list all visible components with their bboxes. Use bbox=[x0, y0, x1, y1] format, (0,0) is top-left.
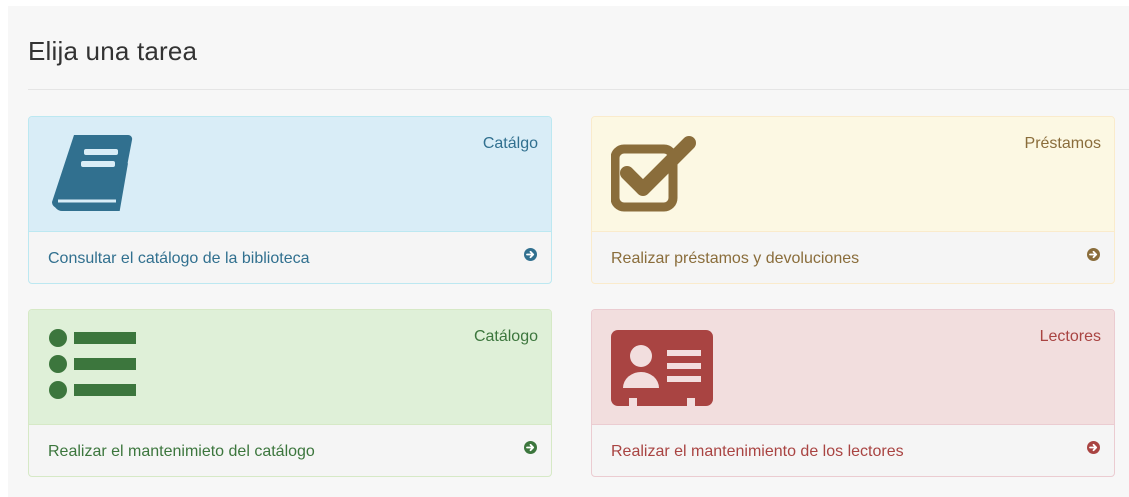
panel-footer[interactable]: Realizar préstamos y devoluciones bbox=[592, 232, 1114, 283]
page-container: Elija una tarea Catálgo Consultar el cat… bbox=[8, 6, 1129, 497]
check-square-icon bbox=[610, 133, 697, 218]
panel-footer[interactable]: Consultar el catálogo de la biblioteca bbox=[29, 232, 551, 283]
panel-label: Préstamos bbox=[1024, 135, 1101, 152]
panel-readers: Lectores Realizar el mantenimiento de lo… bbox=[591, 309, 1115, 477]
id-card-icon bbox=[611, 326, 715, 411]
panel-footer[interactable]: Realizar el mantenimieto del catálogo bbox=[29, 425, 551, 476]
catalog-query-link[interactable]: Consultar el catálogo de la biblioteca bbox=[48, 250, 310, 268]
panel-catalog-query: Catálgo Consultar el catálogo de la bibl… bbox=[28, 116, 552, 284]
arrow-circle-right-icon[interactable] bbox=[1087, 248, 1100, 261]
panel-footer[interactable]: Realizar el mantenimiento de los lectore… bbox=[592, 425, 1114, 476]
page-title: Elija una tarea bbox=[28, 36, 198, 66]
arrow-circle-right-icon[interactable] bbox=[524, 441, 537, 454]
arrow-circle-right-icon[interactable] bbox=[524, 248, 537, 261]
panel-label: Catálogo bbox=[473, 328, 538, 345]
panel-heading: Préstamos bbox=[592, 117, 1114, 232]
panel-catalog-maint: Catálogo Realizar el mantenimieto del ca… bbox=[28, 309, 552, 477]
book-icon bbox=[48, 133, 134, 218]
arrow-circle-right-icon[interactable] bbox=[1087, 441, 1100, 454]
panel-label: Lectores bbox=[1039, 328, 1101, 345]
panel-heading: Lectores bbox=[592, 310, 1114, 425]
panel-heading: Catálogo bbox=[29, 310, 551, 425]
loans-link[interactable]: Realizar préstamos y devoluciones bbox=[611, 250, 859, 268]
list-icon bbox=[48, 326, 140, 407]
readers-link[interactable]: Realizar el mantenimiento de los lectore… bbox=[611, 443, 904, 461]
catalog-maint-link[interactable]: Realizar el mantenimieto del catálogo bbox=[48, 443, 315, 461]
panel-loans: Préstamos Realizar préstamos y devolucio… bbox=[591, 116, 1115, 284]
title-divider bbox=[28, 89, 1129, 90]
panel-heading: Catálgo bbox=[29, 117, 551, 232]
panel-label: Catálgo bbox=[482, 135, 538, 152]
